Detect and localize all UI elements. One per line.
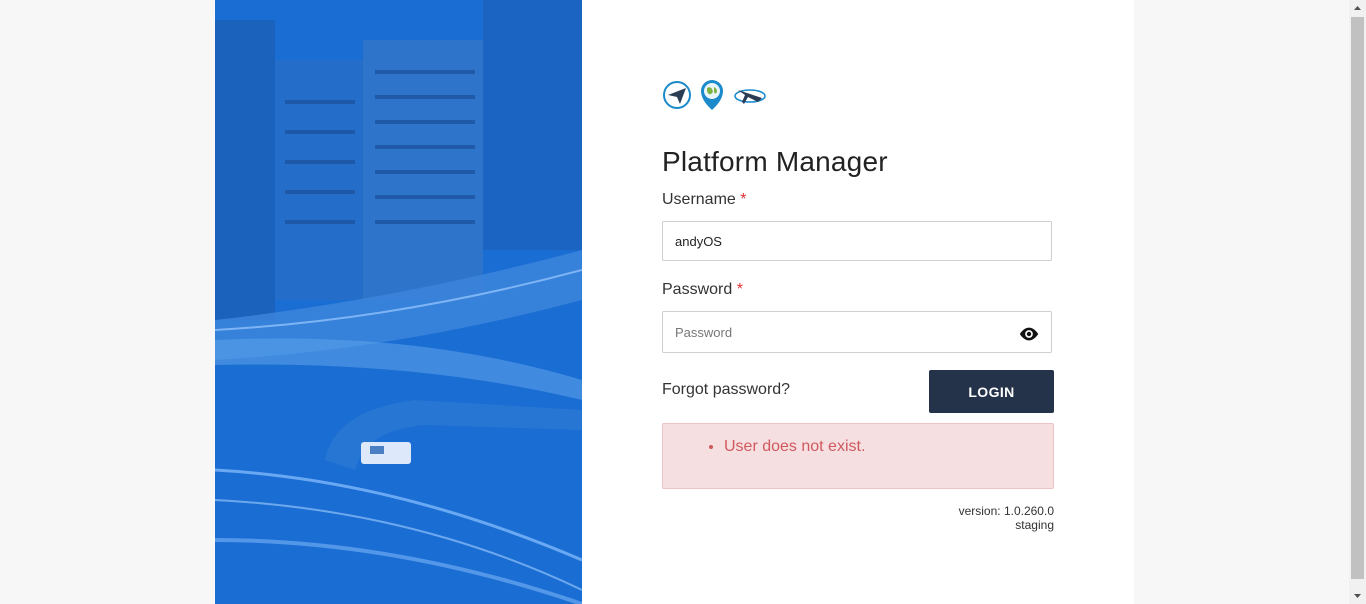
login-card: Platform Manager Username * Password * F… [215,0,1134,604]
password-label-text: Password [662,281,733,298]
password-input[interactable] [662,311,1052,353]
username-input[interactable] [662,221,1052,261]
paper-plane-logo-icon [663,81,691,109]
version-info: version: 1.0.260.0 staging [662,504,1054,532]
required-marker: * [736,281,743,298]
error-message: User does not exist. [724,438,1053,456]
eye-icon[interactable] [1018,323,1040,345]
login-button[interactable]: LOGIN [929,370,1054,413]
brand-logos [662,78,768,112]
forgot-password-link[interactable]: Forgot password? [662,381,790,399]
username-label: Username * [662,191,747,209]
globe-pin-logo-icon [701,80,723,110]
city-overpass-illustration [215,0,582,604]
password-label: Password * [662,281,743,299]
environment-label: staging [1015,518,1054,532]
version-number: version: 1.0.260.0 [958,504,1054,518]
vertical-scrollbar[interactable] [1349,0,1366,604]
error-list: User does not exist. [663,424,1053,456]
plane-orbit-logo-icon [734,89,766,104]
hero-image [215,0,582,604]
page-title: Platform Manager [662,146,888,177]
scrollbar-thumb[interactable] [1351,17,1364,579]
required-marker: * [740,191,747,208]
username-label-text: Username [662,191,736,208]
scroll-down-arrow-icon[interactable] [1349,587,1366,604]
error-alert: User does not exist. [662,423,1054,489]
scroll-up-arrow-icon[interactable] [1349,0,1366,17]
